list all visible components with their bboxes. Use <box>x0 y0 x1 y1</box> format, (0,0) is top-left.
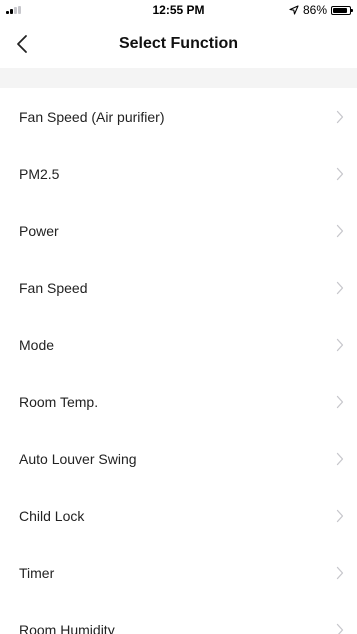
location-arrow-icon <box>289 5 299 15</box>
screen: 12:55 PM 86% Select Function Fan Speed (… <box>0 0 357 634</box>
list-item-child-lock[interactable]: Child Lock <box>0 487 357 544</box>
list-item-timer[interactable]: Timer <box>0 544 357 601</box>
chevron-right-icon <box>336 395 344 408</box>
chevron-right-icon <box>336 452 344 465</box>
list-item-mode[interactable]: Mode <box>0 316 357 373</box>
list-item-pm25[interactable]: PM2.5 <box>0 145 357 202</box>
battery-percentage: 86% <box>302 3 327 17</box>
list-item-label: Power <box>19 222 59 239</box>
chevron-right-icon <box>336 110 344 123</box>
chevron-right-icon <box>336 167 344 180</box>
list-item-label: Timer <box>19 564 55 581</box>
list-item-power[interactable]: Power <box>0 202 357 259</box>
function-list: Fan Speed (Air purifier) PM2.5 Power Fan… <box>0 88 357 634</box>
list-item-room-humidity[interactable]: Room Humidity <box>0 601 357 634</box>
chevron-right-icon <box>336 509 344 522</box>
list-item-label: PM2.5 <box>19 165 60 182</box>
list-item-label: Child Lock <box>19 507 85 524</box>
list-item-label: Mode <box>19 336 55 353</box>
list-item-fan-speed[interactable]: Fan Speed <box>0 259 357 316</box>
status-right: 86% <box>289 3 353 17</box>
section-separator <box>0 68 357 88</box>
chevron-right-icon <box>336 623 344 634</box>
list-item-room-temp[interactable]: Room Temp. <box>0 373 357 430</box>
chevron-right-icon <box>336 566 344 579</box>
list-item-label: Room Temp. <box>19 393 99 410</box>
list-item-label: Fan Speed (Air purifier) <box>19 108 165 125</box>
list-item-fan-speed-air-purifier[interactable]: Fan Speed (Air purifier) <box>0 88 357 145</box>
list-item-label: Auto Louver Swing <box>19 450 137 467</box>
chevron-right-icon <box>336 338 344 351</box>
list-item-label: Fan Speed <box>19 279 88 296</box>
battery-icon <box>331 5 353 15</box>
chevron-right-icon <box>336 224 344 237</box>
list-item-auto-louver-swing[interactable]: Auto Louver Swing <box>0 430 357 487</box>
chevron-right-icon <box>336 281 344 294</box>
nav-bar: Select Function <box>0 20 357 68</box>
status-bar: 12:55 PM 86% <box>0 0 357 20</box>
page-title: Select Function <box>118 35 239 52</box>
list-item-label: Room Humidity <box>19 621 115 634</box>
